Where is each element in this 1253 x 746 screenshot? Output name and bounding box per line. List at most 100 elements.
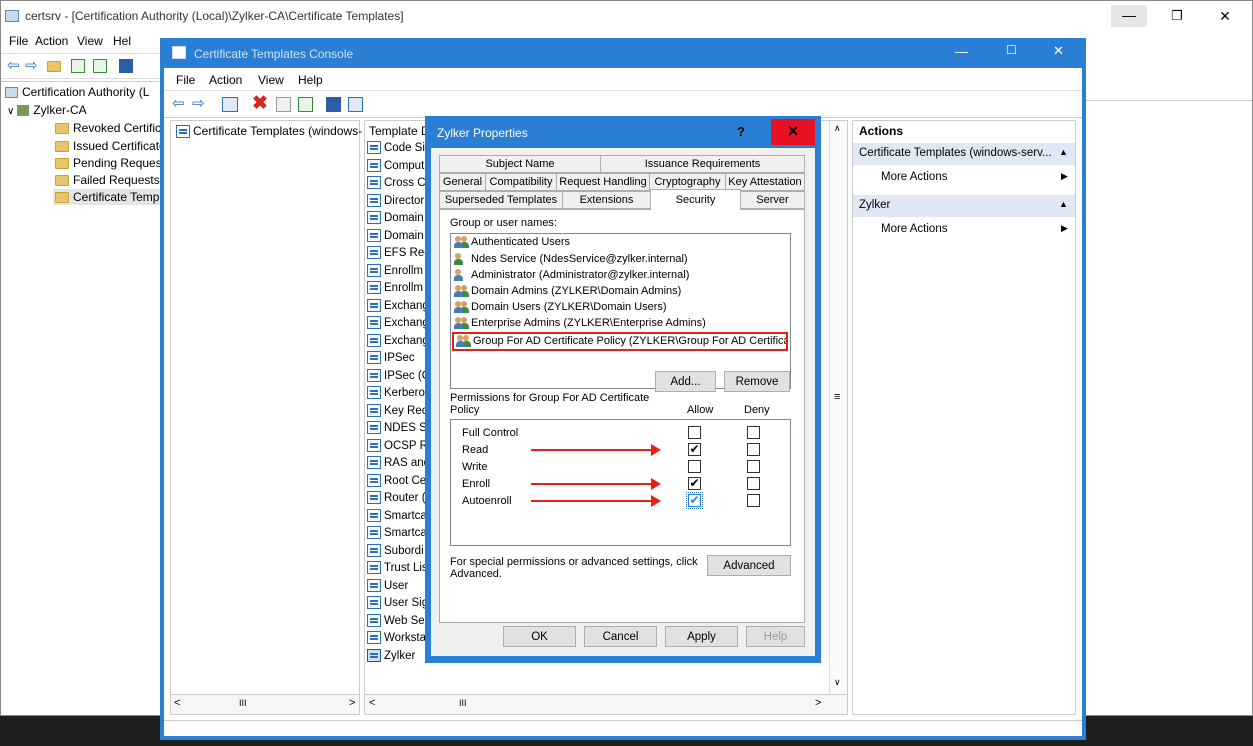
console-app-icon xyxy=(172,46,186,59)
list-item[interactable]: Enterprise Admins (ZYLKER\Enterprise Adm… xyxy=(454,317,706,330)
export-list-icon[interactable] xyxy=(298,97,313,112)
template-icon xyxy=(367,193,381,207)
console-maximize-icon[interactable]: ☐ xyxy=(1006,43,1017,57)
menu-action[interactable]: Action xyxy=(35,34,68,48)
actions-section-zylker[interactable]: Zylker ▲ xyxy=(853,195,1075,217)
full-control-deny-checkbox[interactable] xyxy=(747,426,760,439)
properties-icon[interactable] xyxy=(276,97,291,112)
list-item[interactable]: Domain Users (ZYLKER\Domain Users) xyxy=(454,301,667,314)
autoenroll-deny-checkbox[interactable] xyxy=(747,494,760,507)
forward-icon[interactable]: ⇨ xyxy=(25,56,38,74)
action-more-1[interactable]: More Actions ▶ xyxy=(881,171,1071,183)
dialog-close-button[interactable]: × xyxy=(771,119,815,145)
collapse-up-icon[interactable]: ▲ xyxy=(1059,199,1068,209)
list-item[interactable]: Authenticated Users xyxy=(454,236,570,249)
console-titlebar[interactable]: Certificate Templates Console — ☐ ✕ xyxy=(160,38,1086,68)
user-list: Authenticated Users Ndes Service (NdesSe… xyxy=(450,233,791,389)
tree-item-failed[interactable]: Failed Requests xyxy=(55,173,160,187)
tab-issuance-requirements[interactable]: Issuance Requirements xyxy=(600,155,805,173)
scroll-down-icon[interactable]: ∨ xyxy=(834,677,841,688)
list-item[interactable]: Domain Admins (ZYLKER\Domain Admins) xyxy=(454,285,681,298)
tab-extensions[interactable]: Extensions xyxy=(562,191,651,209)
close-icon[interactable]: ✕ xyxy=(1207,5,1243,27)
list-vscroll[interactable]: ∧ ≡ ∨ xyxy=(829,121,847,694)
console-forward-icon[interactable]: ⇨ xyxy=(192,94,205,112)
action-more-2[interactable]: More Actions ▶ xyxy=(881,223,1071,235)
menu-help[interactable]: Hel xyxy=(113,34,131,48)
tree-hscroll[interactable]: < III > xyxy=(171,694,359,714)
help-button[interactable]: Help xyxy=(746,626,805,647)
list-header[interactable]: Template D xyxy=(369,124,430,138)
tree-root[interactable]: Certification Authority (L xyxy=(5,85,149,99)
remove-button[interactable]: Remove xyxy=(724,371,790,392)
help-icon[interactable] xyxy=(119,59,133,73)
console-minimize-icon[interactable]: — xyxy=(955,44,968,59)
console-tree-item[interactable]: Certificate Templates (windows- xyxy=(176,124,362,139)
list-scroll-right-icon[interactable]: > xyxy=(815,697,821,709)
list-item[interactable]: Administrator (Administrator@zylker.inte… xyxy=(454,269,689,282)
export-icon[interactable] xyxy=(93,59,107,73)
cancel-button[interactable]: Cancel xyxy=(584,626,657,647)
autoenroll-allow-checkbox[interactable]: ✔ xyxy=(686,492,703,509)
list-item[interactable]: Ndes Service (NdesService@zylker.interna… xyxy=(454,253,688,266)
scroll-grip-icon[interactable]: ≡ xyxy=(834,391,840,403)
maximize-icon[interactable]: ❐ xyxy=(1159,5,1195,27)
up-folder-icon[interactable] xyxy=(47,61,61,72)
tree-item-issued[interactable]: Issued Certificate xyxy=(55,139,166,153)
enroll-allow-checkbox[interactable]: ✔ xyxy=(688,477,701,490)
tree-item-templates[interactable]: Certificate Templ xyxy=(53,189,165,205)
actions-section-templates[interactable]: Certificate Templates (windows-serv... ▲ xyxy=(853,143,1075,165)
tab-compatibility[interactable]: Compatibility xyxy=(485,173,557,191)
tab-superseded-templates[interactable]: Superseded Templates xyxy=(439,191,563,209)
dialog-help-button[interactable]: ? xyxy=(737,124,745,139)
template-icon xyxy=(367,613,381,627)
refresh-icon[interactable] xyxy=(71,59,85,73)
scroll-left-icon[interactable]: < xyxy=(174,697,180,709)
read-allow-checkbox[interactable]: ✔ xyxy=(688,443,701,456)
tab-server[interactable]: Server xyxy=(740,191,805,209)
tree-ca[interactable]: ∨ Zylker-CA xyxy=(7,103,87,117)
read-deny-checkbox[interactable] xyxy=(747,443,760,456)
menu-file[interactable]: File xyxy=(9,34,28,48)
list-hscroll[interactable]: < III > xyxy=(365,694,847,714)
back-icon[interactable]: ⇦ xyxy=(7,56,20,74)
console-close-icon[interactable]: ✕ xyxy=(1053,43,1064,59)
collapse-up-icon[interactable]: ▲ xyxy=(1059,147,1068,157)
advanced-button[interactable]: Advanced xyxy=(707,555,791,576)
ok-button[interactable]: OK xyxy=(503,626,576,647)
tab-request-handling[interactable]: Request Handling xyxy=(556,173,650,191)
console-menu-action[interactable]: Action xyxy=(209,73,242,87)
menu-view[interactable]: View xyxy=(77,34,103,48)
list-scroll-left-icon[interactable]: < xyxy=(369,697,375,709)
certsrv-titlebar[interactable]: certsrv - [Certification Authority (Loca… xyxy=(1,1,1252,31)
tab-general[interactable]: General xyxy=(439,173,486,191)
scroll-up-icon[interactable]: ∧ xyxy=(834,123,841,134)
enroll-deny-checkbox[interactable] xyxy=(747,477,760,490)
console-help-icon[interactable] xyxy=(326,97,341,112)
scroll-right-icon[interactable]: > xyxy=(349,697,355,709)
tree-item-pending[interactable]: Pending Request xyxy=(55,156,165,170)
tab-subject-name[interactable]: Subject Name xyxy=(439,155,601,173)
delete-icon[interactable]: ✖ xyxy=(252,92,268,115)
list-item-selected[interactable]: Group For AD Certificate Policy (ZYLKER\… xyxy=(452,332,788,351)
template-icon xyxy=(367,316,381,330)
write-allow-checkbox[interactable] xyxy=(688,460,701,473)
minimize-icon[interactable]: — xyxy=(1111,5,1147,27)
show-hide-tree-icon[interactable] xyxy=(222,97,238,112)
write-deny-checkbox[interactable] xyxy=(747,460,760,473)
scroll-thumb[interactable]: III xyxy=(239,698,247,708)
console-menu-view[interactable]: View xyxy=(258,73,284,87)
list-scroll-thumb[interactable]: III xyxy=(459,698,467,708)
add-button[interactable]: Add... xyxy=(655,371,716,392)
chevron-down-icon[interactable]: ∨ xyxy=(7,106,14,117)
console-menu-help[interactable]: Help xyxy=(298,73,323,87)
dialog-titlebar[interactable]: Zylker Properties ? × xyxy=(425,116,821,148)
apply-button[interactable]: Apply xyxy=(665,626,738,647)
tree-item-revoked[interactable]: Revoked Certifica xyxy=(55,121,168,135)
console-menu-file[interactable]: File xyxy=(176,73,195,87)
console-back-icon[interactable]: ⇦ xyxy=(172,94,185,112)
certsrv-app-icon xyxy=(5,10,19,22)
tab-security[interactable]: Security xyxy=(650,189,741,210)
full-control-allow-checkbox[interactable] xyxy=(688,426,701,439)
console-view-icon[interactable] xyxy=(348,97,363,112)
